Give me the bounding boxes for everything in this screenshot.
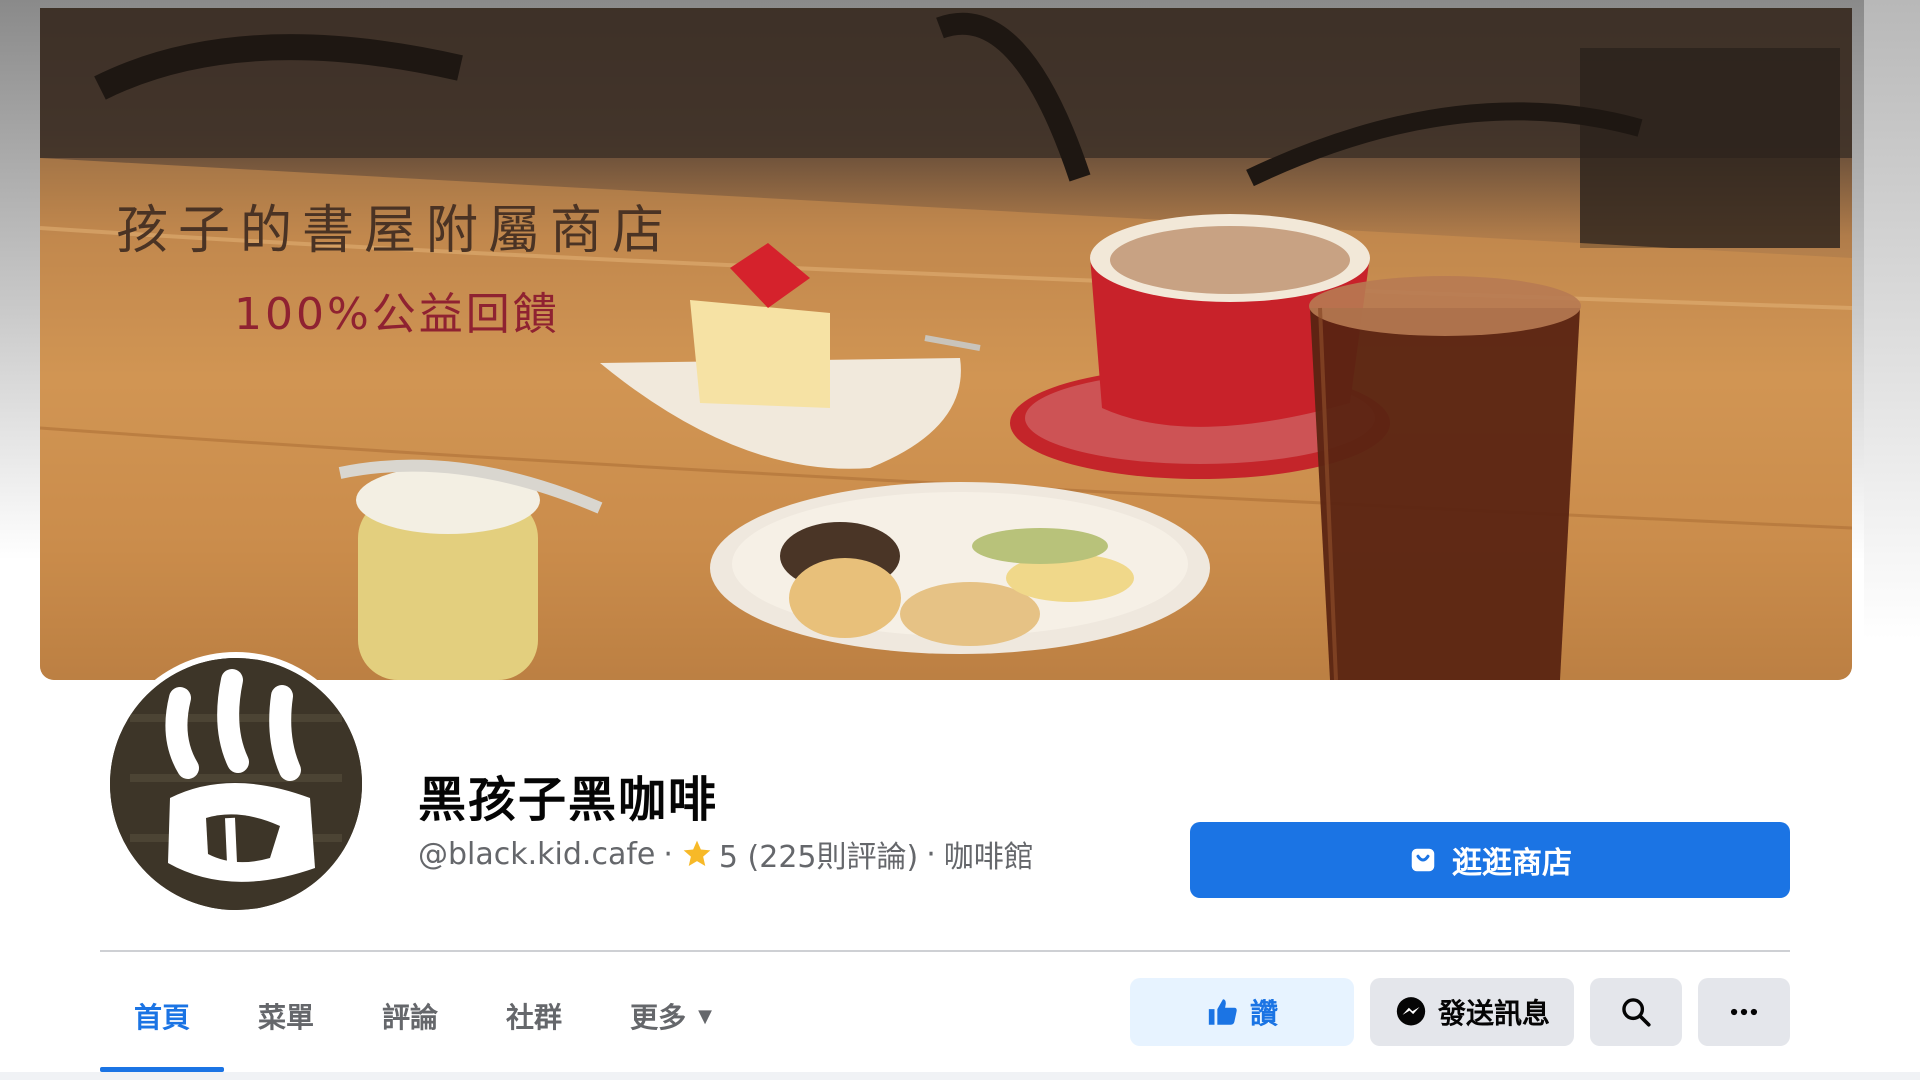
avatar[interactable] [110, 658, 362, 910]
side-fade [1864, 0, 1920, 640]
meta-separator: · [926, 836, 936, 872]
cover-title: 孩子的書屋附屬商店 [116, 201, 675, 261]
send-message-button[interactable]: 發送訊息 [1370, 978, 1574, 1046]
thumbs-up-icon [1206, 995, 1240, 1029]
more-dots-icon [1727, 995, 1761, 1029]
shop-bag-icon [1408, 845, 1438, 875]
tab-more[interactable]: 更多 ▼ [596, 960, 746, 1072]
tab-label: 更多 [630, 1001, 687, 1034]
content-separator [0, 1072, 1920, 1080]
page-handle: @black.kid.cafe [418, 836, 656, 872]
page-rating[interactable]: 5 (225則評論) [719, 832, 918, 876]
like-label: 讚 [1249, 997, 1278, 1030]
tab-label: 首頁 [134, 1001, 191, 1034]
more-options-button[interactable] [1698, 978, 1790, 1046]
visit-shop-label: 逛逛商店 [1452, 846, 1572, 881]
page-tabs: 首頁 菜單 評論 社群 更多 ▼ [100, 960, 746, 1072]
search-icon [1619, 995, 1653, 1029]
meta-separator: · [663, 836, 673, 872]
messenger-icon [1394, 995, 1428, 1029]
page-meta: @black.kid.cafe · 5 (225則評論) · 咖啡館 [418, 832, 1034, 876]
tab-community[interactable]: 社群 [472, 960, 596, 1072]
page-actions: 讚 發送訊息 [1130, 978, 1790, 1046]
tab-label: 評論 [382, 1001, 439, 1034]
tab-label: 社群 [506, 1001, 563, 1034]
send-message-label: 發送訊息 [1437, 997, 1550, 1030]
header-divider [100, 950, 1790, 952]
cover-illustration [40, 8, 1852, 680]
tab-menu[interactable]: 菜單 [224, 960, 348, 1072]
tab-home[interactable]: 首頁 [100, 960, 225, 1072]
cover-subtitle: 100%公益回饋 [234, 289, 560, 340]
like-button[interactable]: 讚 [1130, 978, 1354, 1046]
paw-logo-icon [110, 658, 362, 910]
cover-photo[interactable]: 孩子的書屋附屬商店 100%公益回饋 [40, 8, 1852, 680]
facebook-page-header: 孩子的書屋附屬商店 100%公益回饋 黑孩子黑咖啡 @black.kid.caf… [0, 0, 1920, 1080]
tab-reviews[interactable]: 評論 [348, 960, 472, 1072]
visit-shop-button[interactable]: 逛逛商店 [1190, 822, 1790, 898]
caret-down-icon: ▼ [698, 1005, 712, 1027]
search-button[interactable] [1590, 978, 1682, 1046]
tab-label: 菜單 [258, 1001, 315, 1034]
page-category[interactable]: 咖啡館 [944, 832, 1034, 876]
star-icon [681, 838, 713, 870]
page-title: 黑孩子黑咖啡 [418, 772, 719, 828]
